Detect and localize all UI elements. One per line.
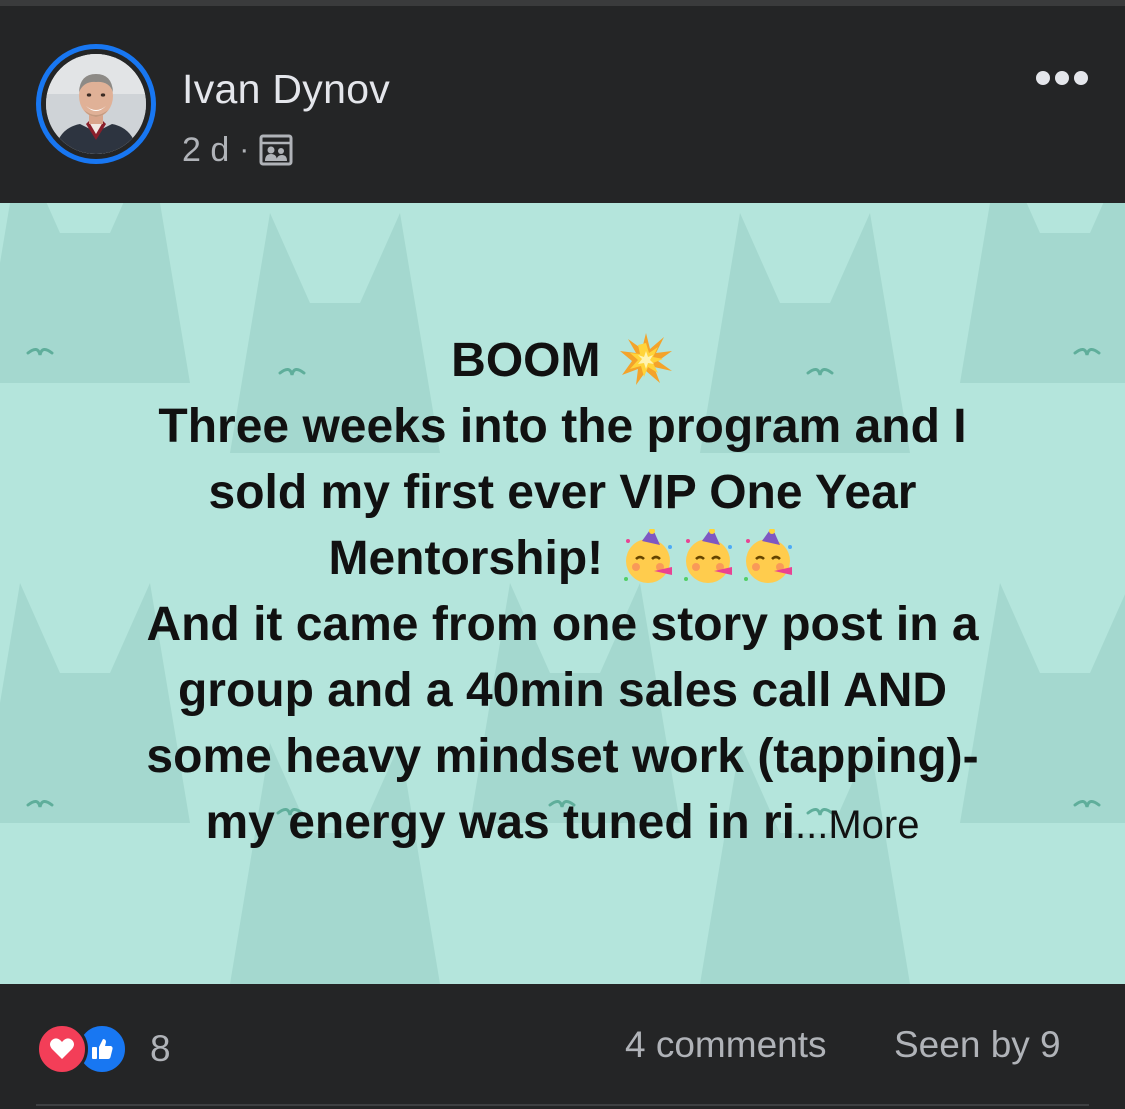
post-line-3: sold my first ever VIP One Year: [208, 466, 917, 519]
partying-face-emoji: [624, 529, 673, 584]
reaction-count: 8: [150, 1028, 171, 1069]
partying-face-emoji: [684, 529, 733, 584]
post-line-1: BOOM: [60, 328, 1065, 394]
post-line-7: some heavy mindset work (tapping)-: [146, 730, 979, 783]
post-meta: 2 d ·: [182, 130, 293, 170]
post-line-8: my energy was tuned in ri...More: [205, 796, 920, 849]
collision-emoji: [619, 333, 672, 386]
post-line-5: And it came from one story post in a: [146, 598, 979, 651]
author-name[interactable]: Ivan Dynov: [182, 66, 390, 113]
comments-count-link[interactable]: 4 comments: [625, 1024, 827, 1066]
post-body: BOOM Three weeks into the program and I …: [0, 203, 1125, 984]
post-line-2: Three weeks into the program and I: [158, 400, 967, 453]
post-line-4: Mentorship!: [60, 526, 1065, 592]
avatar-photo: [46, 54, 146, 154]
post-text: BOOM Three weeks into the program and I …: [60, 328, 1065, 858]
post-footer: 8 4 comments Seen by 9: [0, 984, 1125, 1109]
see-more-link[interactable]: ...More: [795, 803, 919, 847]
post-header: Ivan Dynov 2 d ·: [0, 6, 1125, 203]
meta-separator: ·: [239, 133, 250, 166]
seen-by-link[interactable]: Seen by 9: [894, 1024, 1061, 1066]
footer-divider: [36, 1104, 1089, 1106]
more-options-icon[interactable]: [1036, 66, 1096, 90]
avatar[interactable]: [36, 44, 156, 164]
love-reaction-icon: [36, 1023, 88, 1075]
post-timestamp[interactable]: 2 d: [182, 131, 229, 170]
post-line-6: group and a 40min sales call AND: [177, 664, 948, 717]
reactions-summary[interactable]: 8: [36, 1023, 171, 1075]
partying-face-emoji: [744, 529, 793, 584]
group-icon[interactable]: [259, 134, 293, 166]
